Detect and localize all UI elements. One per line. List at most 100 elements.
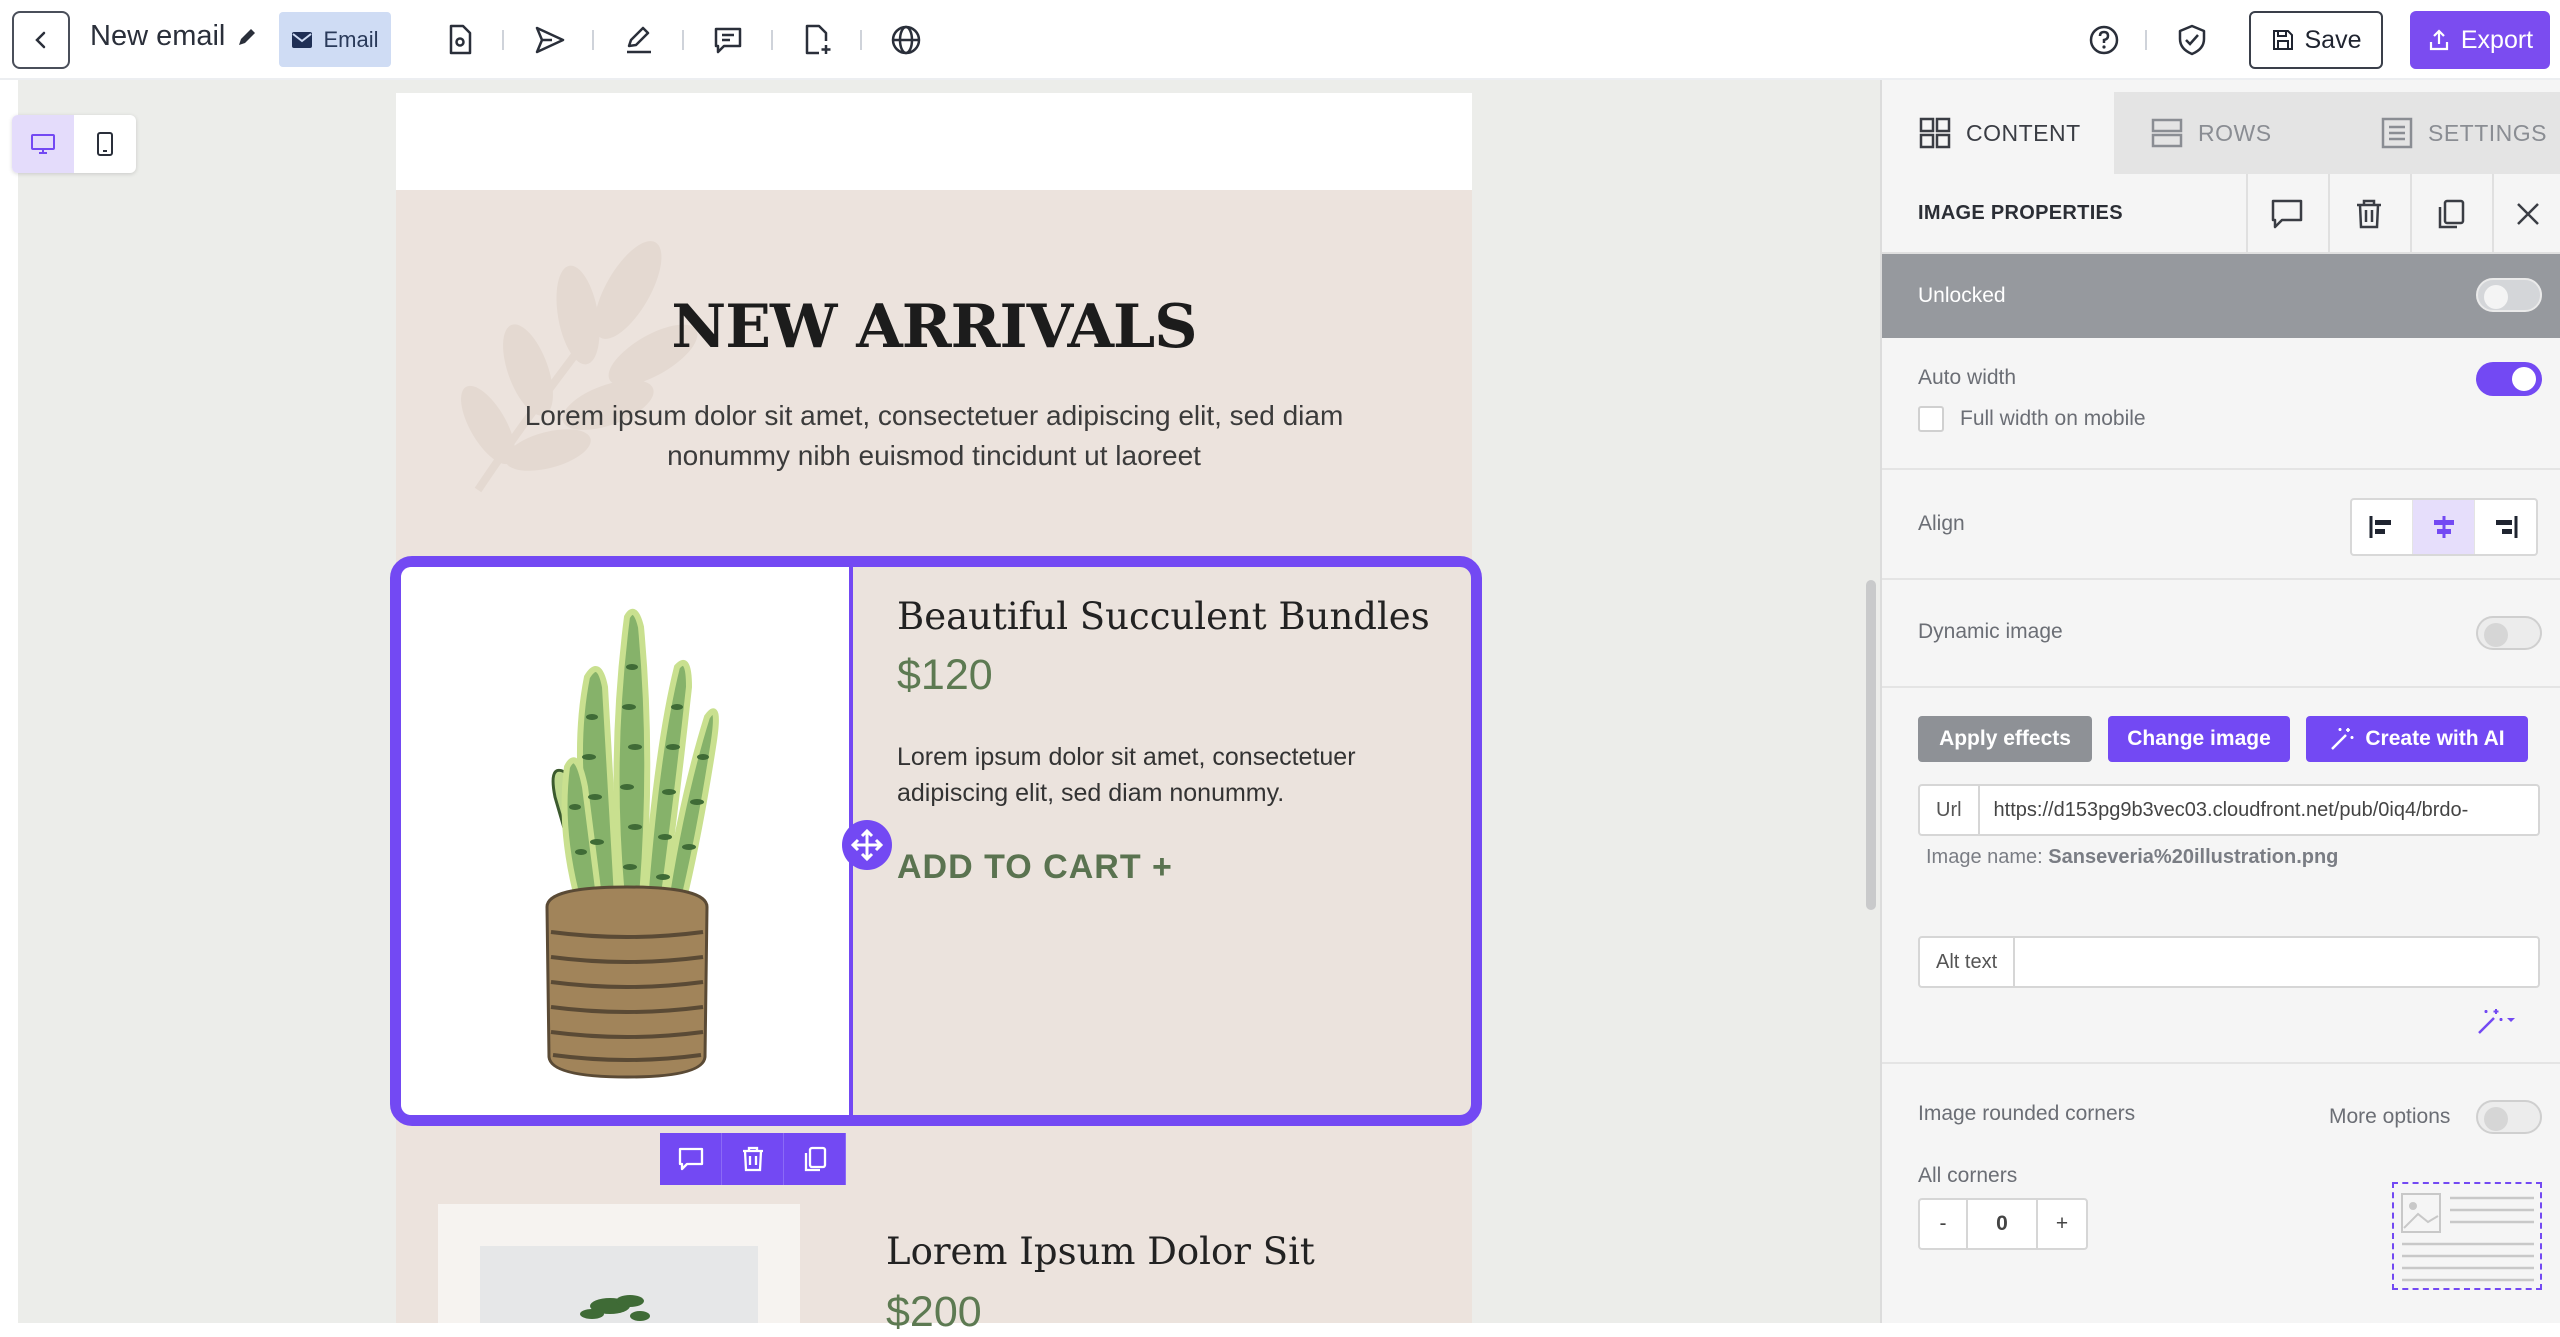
document-title[interactable]: New email xyxy=(90,20,259,53)
duplicate-icon xyxy=(2438,199,2465,229)
upload-icon xyxy=(2429,29,2448,51)
mobile-view-button[interactable] xyxy=(74,115,136,173)
alt-text-field[interactable]: Alt text xyxy=(1918,936,2540,988)
email-badge-label: Email xyxy=(323,26,379,52)
row-comment-button[interactable] xyxy=(660,1133,722,1185)
ai-alt-text-button[interactable] xyxy=(2476,1006,2518,1038)
full-width-mobile-checkbox[interactable] xyxy=(1918,406,1944,432)
delete-button[interactable] xyxy=(2328,174,2408,254)
image-name-line: Image name: Sanseveria%20illustration.pn… xyxy=(1926,846,2338,869)
add-to-cart-link[interactable]: ADD TO CART + xyxy=(897,848,1173,887)
close-button[interactable] xyxy=(2492,174,2560,254)
mobile-icon xyxy=(97,132,113,156)
align-left-icon xyxy=(2369,516,2392,538)
lock-row: Unlocked xyxy=(1882,254,2560,338)
comment-button[interactable] xyxy=(2246,174,2326,254)
auto-width-label: Auto width xyxy=(1918,366,2017,389)
corners-preview xyxy=(2392,1182,2542,1290)
tab-rows[interactable]: ROWS xyxy=(2114,92,2344,174)
checker-button[interactable] xyxy=(2172,20,2212,60)
top-toolbar: New email Email Save Export xyxy=(0,0,2560,80)
file-plus-icon xyxy=(805,24,831,55)
magic-wand-icon xyxy=(2331,728,2354,750)
more-options-toggle[interactable] xyxy=(2476,1100,2542,1134)
desktop-view-button[interactable] xyxy=(12,115,74,173)
url-value[interactable]: https://d153pg9b3vec03.cloudfront.net/pu… xyxy=(1980,799,2538,822)
duplicate-icon xyxy=(804,1146,826,1172)
pen-edit-icon xyxy=(627,26,651,54)
close-icon xyxy=(2517,203,2539,225)
dynamic-image-section: Dynamic image xyxy=(1882,580,2560,688)
unlocked-label: Unlocked xyxy=(1918,284,2006,307)
add-file-button[interactable] xyxy=(797,20,837,60)
align-center-button[interactable] xyxy=(2413,500,2475,554)
hero-title[interactable]: NEW ARRIVALS xyxy=(396,292,1472,362)
row-duplicate-button[interactable] xyxy=(784,1133,846,1185)
align-left-button[interactable] xyxy=(2352,500,2414,554)
envelope-icon xyxy=(292,31,313,48)
preview-file-button[interactable] xyxy=(440,20,480,60)
lock-toggle[interactable] xyxy=(2476,278,2542,312)
tab-content[interactable]: CONTENT xyxy=(1882,92,2114,174)
width-section: Auto width Full width on mobile xyxy=(1882,338,2560,470)
align-right-button[interactable] xyxy=(2475,500,2536,554)
product-2-price[interactable]: $200 xyxy=(886,1288,982,1337)
desktop-icon xyxy=(31,134,55,154)
full-width-mobile-label: Full width on mobile xyxy=(1960,407,2146,430)
more-options-label: More options xyxy=(2329,1105,2451,1128)
move-arrows-icon xyxy=(850,828,884,862)
plant-2-illustration xyxy=(580,1295,650,1321)
product-2-title[interactable]: Lorem Ipsum Dolor Sit xyxy=(886,1230,1315,1273)
duplicate-button[interactable] xyxy=(2410,174,2490,254)
help-icon xyxy=(2089,25,2119,55)
properties-panel: CONTENT ROWS SETTINGS IMAGE PROPERTIES U… xyxy=(1880,80,2560,1323)
product-price[interactable]: $120 xyxy=(897,651,993,700)
corners-value-input[interactable]: 0 xyxy=(1968,1200,2038,1248)
apply-effects-button[interactable]: Apply effects xyxy=(1918,716,2092,762)
tab-settings-label: SETTINGS xyxy=(2428,119,2548,146)
url-field[interactable]: Url https://d153pg9b3vec03.cloudfront.ne… xyxy=(1918,784,2540,836)
change-image-button[interactable]: Change image xyxy=(2108,716,2290,762)
tab-settings[interactable]: SETTINGS xyxy=(2344,92,2560,174)
language-button[interactable] xyxy=(886,20,926,60)
image-properties-header: IMAGE PROPERTIES xyxy=(1882,174,2560,254)
edit-button[interactable] xyxy=(619,20,659,60)
product-2-image xyxy=(480,1246,758,1323)
url-label: Url xyxy=(1920,786,1980,834)
selected-product-row[interactable]: Beautiful Succulent Bundles $120 Lorem i… xyxy=(390,556,1482,1126)
email-type-badge[interactable]: Email xyxy=(279,12,391,67)
comments-button[interactable] xyxy=(708,20,748,60)
image-placeholder-icon xyxy=(2401,1193,2534,1282)
image-source-section: Apply effects Change image Create with A… xyxy=(1882,688,2560,1064)
help-button[interactable] xyxy=(2084,20,2124,60)
align-center-icon xyxy=(2433,516,2454,538)
back-button[interactable] xyxy=(12,11,70,69)
trash-icon xyxy=(2357,199,2381,229)
comment-icon xyxy=(2271,199,2303,229)
alt-text-label: Alt text xyxy=(1920,938,2016,986)
floppy-disk-icon xyxy=(2272,30,2293,50)
canvas-scrollbar[interactable] xyxy=(1866,580,1876,910)
corners-increment-button[interactable]: + xyxy=(2038,1200,2086,1248)
row-delete-button[interactable] xyxy=(722,1133,784,1185)
create-with-ai-button[interactable]: Create with AI xyxy=(2306,716,2528,762)
product-description[interactable]: Lorem ipsum dolor sit amet, consectetuer… xyxy=(897,739,1437,811)
tab-content-label: CONTENT xyxy=(1966,119,2081,146)
align-buttons xyxy=(2350,498,2538,556)
hero-text[interactable]: Lorem ipsum dolor sit amet, consectetuer… xyxy=(470,396,1398,476)
comment-icon xyxy=(678,1147,703,1171)
product-image[interactable] xyxy=(401,567,853,1115)
auto-width-toggle[interactable] xyxy=(2476,362,2542,396)
dynamic-image-toggle[interactable] xyxy=(2476,616,2542,650)
device-toggle xyxy=(12,115,136,173)
canvas-left-edge xyxy=(0,80,18,1323)
row-action-toolbar xyxy=(660,1133,846,1185)
email-header-row[interactable] xyxy=(396,93,1472,190)
product-title[interactable]: Beautiful Succulent Bundles xyxy=(897,595,1430,638)
send-icon xyxy=(535,26,565,54)
export-button[interactable]: Export xyxy=(2410,11,2550,69)
send-button[interactable] xyxy=(530,20,570,60)
move-handle[interactable] xyxy=(842,820,892,870)
corners-decrement-button[interactable]: - xyxy=(1920,1200,1968,1248)
save-button[interactable]: Save xyxy=(2249,11,2383,69)
